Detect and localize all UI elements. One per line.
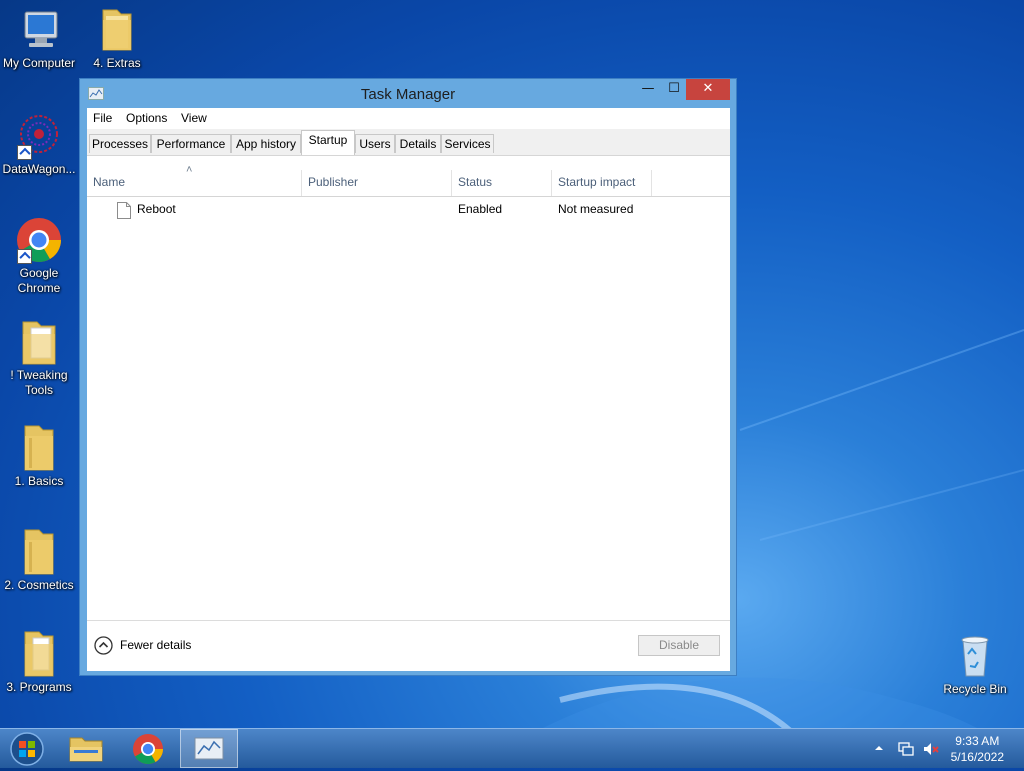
show-hidden-icons-chevron-icon[interactable] [874,743,884,753]
tab-processes[interactable]: Processes [89,134,151,153]
minimize-button[interactable]: — [634,79,662,100]
column-divider[interactable] [651,170,652,196]
desktop-icon-label: DataWagon... [2,162,76,176]
desktop-icon-2-cosmetics[interactable]: 2. Cosmetics [0,528,78,593]
desktop-icon-1-basics[interactable]: 1. Basics [0,424,78,489]
column-header-startup-impact[interactable]: Startup impact [558,175,635,189]
chrome-taskbar-icon[interactable] [120,729,176,768]
maximize-button[interactable]: ☐ [662,79,686,100]
file-explorer-icon[interactable] [58,729,114,768]
desktop-icon-3-programs[interactable]: 3. Programs [0,630,78,695]
column-header-publisher[interactable]: Publisher [308,175,358,189]
task-manager-window[interactable]: Task Manager — ☐ ✕ File Options View Pro… [79,78,737,676]
column-header-name[interactable]: Name [93,175,125,189]
desktop-icon-label: Google Chrome [17,266,61,295]
menu-view[interactable]: View [181,111,207,125]
desktop-icon-tweaking-tools[interactable]: ! Tweaking Tools [0,318,78,398]
desktop-icon-label: Recycle Bin [943,682,1007,696]
desktop-icon-google-chrome[interactable]: Google Chrome [0,216,78,296]
tab-services[interactable]: Services [441,134,494,153]
desktop-icon-label: 1. Basics [14,474,64,488]
chevron-up-circle-icon [94,636,113,655]
sort-ascending-icon: ˄ [186,164,193,176]
folder-icon [15,318,63,366]
datawagon-icon [15,112,63,160]
menu-file[interactable]: File [93,111,112,125]
desktop-icon-recycle-bin[interactable]: Recycle Bin [936,632,1014,697]
folder-icon [15,424,63,472]
desktop-icon-4-extras[interactable]: 4. Extras [78,6,156,71]
tab-strip: Processes Performance App history Startu… [87,129,730,156]
column-header-status[interactable]: Status [458,175,492,189]
folder-icon [15,528,63,576]
title-bar[interactable]: Task Manager — ☐ ✕ [80,79,736,109]
fewer-details-label: Fewer details [120,638,192,652]
desktop-icon-my-computer[interactable]: My Computer [0,6,78,71]
column-divider[interactable] [301,170,302,196]
chrome-icon [15,216,63,264]
tab-users[interactable]: Users [355,134,395,153]
desktop-icon-label: ! Tweaking Tools [10,368,68,397]
network-icon[interactable] [897,741,915,757]
computer-icon [15,6,63,54]
window-client-area: File Options View Processes Performance … [87,108,730,671]
task-manager-taskbar-icon[interactable] [180,729,238,768]
tab-details[interactable]: Details [395,134,441,153]
desktop-icon-label: 2. Cosmetics [4,578,74,592]
desktop-icon-datawagon[interactable]: DataWagon... [0,112,78,177]
volume-muted-icon[interactable] [922,741,940,757]
file-icon [117,202,131,219]
folder-icon [93,6,141,54]
row-status: Enabled [458,202,503,216]
row-startup-impact: Not measured [558,202,634,216]
recycle-bin-icon [951,632,999,680]
table-row[interactable] [87,197,730,221]
row-name: Reboot [137,202,176,216]
column-divider[interactable] [451,170,452,196]
tab-app-history[interactable]: App history [231,134,301,153]
fewer-details-button[interactable]: Fewer details [94,636,204,656]
desktop-icon-label: 4. Extras [93,56,141,70]
tab-startup[interactable]: Startup [301,130,355,155]
start-orb-icon[interactable] [0,729,56,768]
taskbar: 9:33 AM 5/16/2022 [0,728,1024,768]
shortcut-arrow-icon [17,145,32,160]
clock-date: 5/16/2022 [950,750,1004,764]
disable-button[interactable]: Disable [638,635,720,656]
menu-options[interactable]: Options [126,111,167,125]
desktop-icon-label: My Computer [2,56,76,70]
column-divider[interactable] [551,170,552,196]
shortcut-arrow-icon [17,249,32,264]
system-clock[interactable]: 9:33 AM 5/16/2022 [951,733,1004,765]
folder-icon [15,630,63,678]
desktop-icon-label: 3. Programs [6,680,72,694]
close-button[interactable]: ✕ [686,79,730,100]
menu-bar: File Options View [87,108,730,129]
footer-bar: Fewer details Disable [87,620,730,671]
clock-time: 9:33 AM [955,734,1000,748]
tab-performance[interactable]: Performance [151,134,231,153]
